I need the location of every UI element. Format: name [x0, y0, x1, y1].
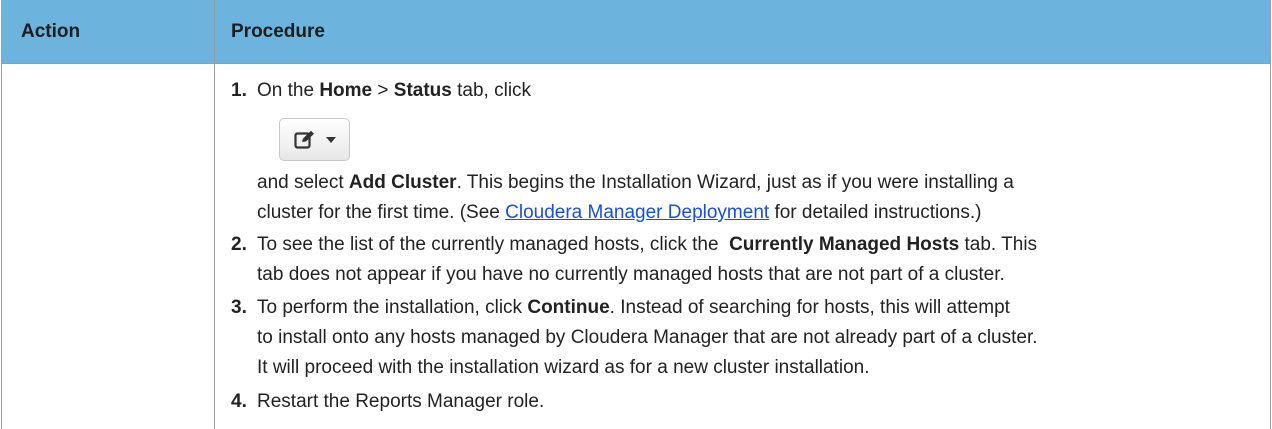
step-1-line-2: and select Add Cluster. This begins the … [257, 172, 1014, 193]
cloudera-manager-deployment-link[interactable]: Cloudera Manager Deployment [505, 202, 769, 223]
step-text: On the Home > Status tab, click and sele… [257, 76, 1247, 228]
step-2-line-2: tab does not appear if you have no curre… [257, 264, 1005, 285]
add-cluster-label: Add Cluster [348, 172, 457, 193]
header-action: Action [21, 21, 81, 42]
step-number: 4. [231, 391, 247, 412]
step-1-line-3: cluster for the first time. (See Clouder… [257, 202, 982, 223]
edit-dropdown-button[interactable] [279, 118, 350, 161]
column-divider [214, 0, 215, 429]
step-3-line-2: to install onto any hosts managed by Clo… [257, 327, 1038, 348]
currently-managed-hosts-label: Currently Managed Hosts [729, 234, 960, 255]
step-3-line-1: To perform the installation, click Conti… [257, 297, 1010, 318]
step-4-line-1: Restart the Reports Manager role. [257, 391, 545, 412]
step-text: To see the list of the currently managed… [257, 230, 1247, 290]
step-1-line-1: On the Home > Status tab, click [257, 80, 532, 101]
home-label: Home [319, 80, 373, 101]
step-text: Restart the Reports Manager role. [257, 387, 1247, 417]
step-number: 1. [231, 80, 247, 101]
chevron-down-icon [326, 137, 336, 143]
step-number: 3. [231, 297, 247, 318]
procedure-table: Action Procedure 1. On the Home > Status… [1, 0, 1271, 429]
step-3-line-3: It will proceed with the installation wi… [257, 357, 870, 378]
edit-icon [294, 130, 314, 149]
status-label: Status [393, 80, 452, 101]
step-text: To perform the installation, click Conti… [257, 293, 1247, 383]
step-2-line-1: To see the list of the currently managed… [257, 234, 1038, 255]
continue-label: Continue [527, 297, 610, 318]
table-header-row: Action Procedure [2, 0, 1270, 64]
step-number: 2. [231, 234, 247, 255]
header-procedure: Procedure [231, 21, 325, 42]
